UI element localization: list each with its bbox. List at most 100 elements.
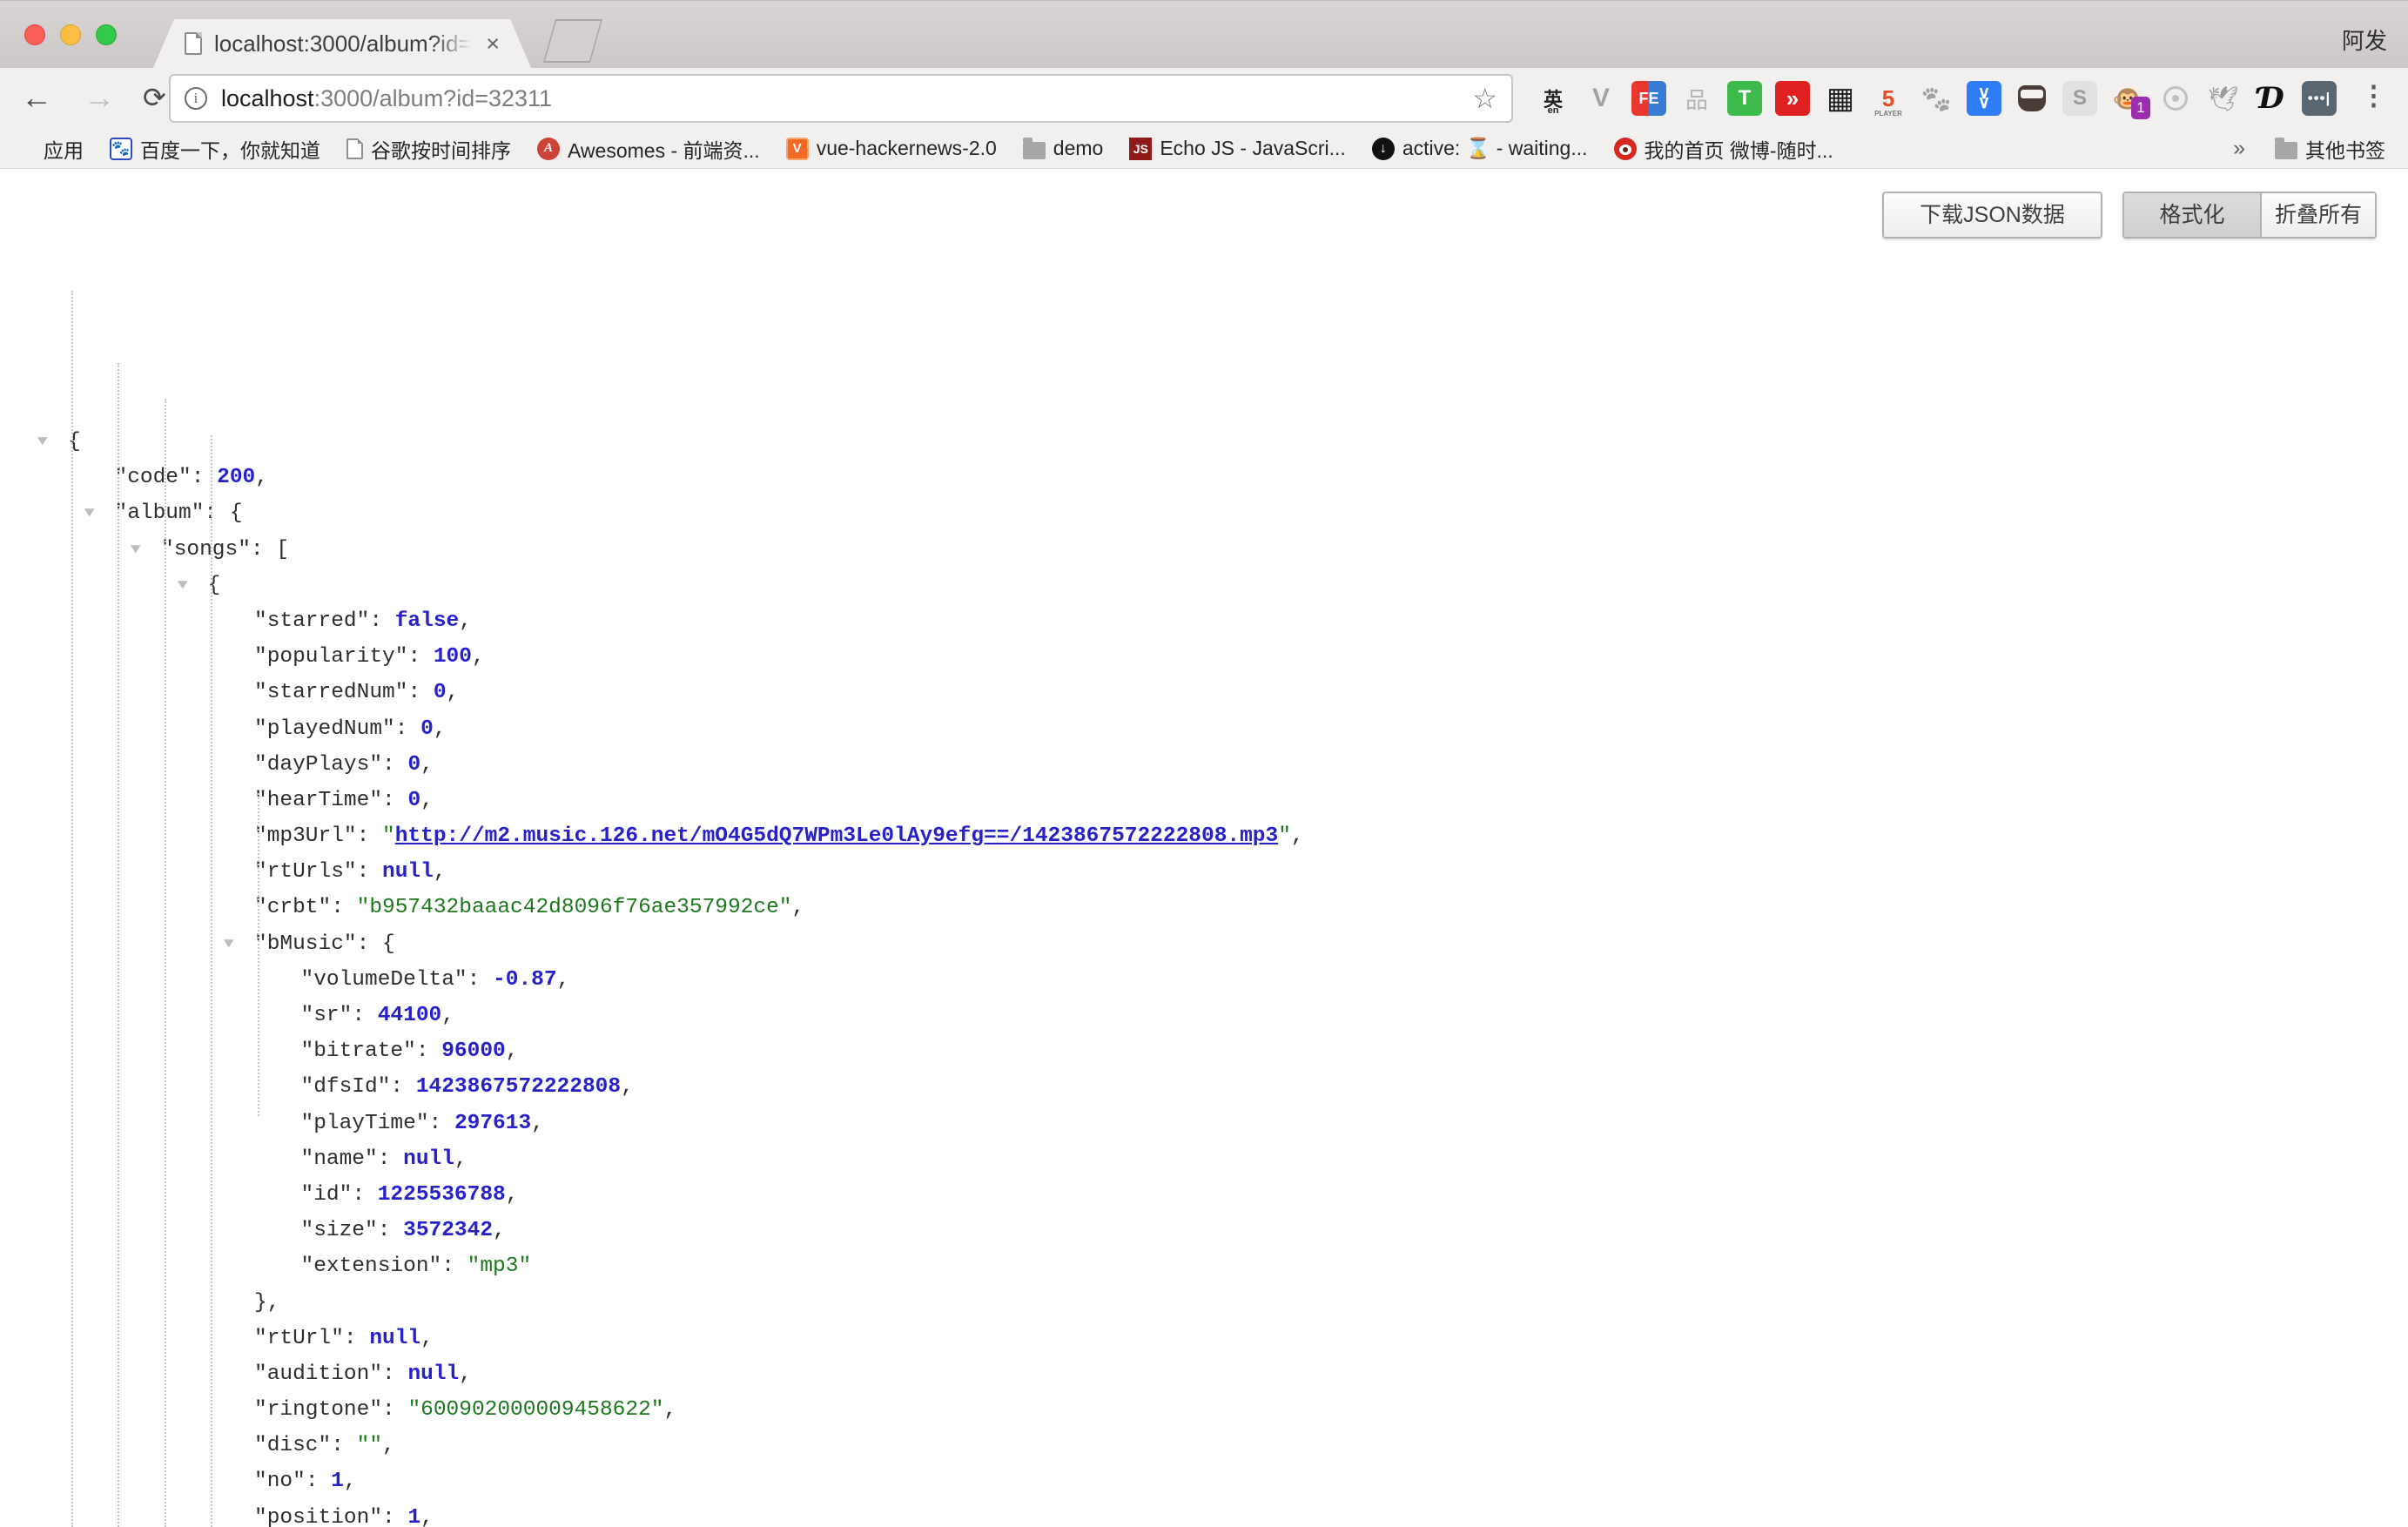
bookmark-label: 应用	[44, 134, 84, 164]
bookmarks-overflow-icon[interactable]: »	[2233, 136, 2245, 161]
json-line: "starredNum": 0,	[0, 675, 2408, 710]
bookmark-google-sort[interactable]: 谷歌按时间排序	[346, 134, 511, 164]
json-line: "rtUrls": null,	[0, 854, 2408, 890]
tampermonkey-extension-icon[interactable]: T	[1727, 81, 1762, 116]
json-line: "disc": "",	[0, 1428, 2408, 1463]
bookmark-echo-js[interactable]: JSEcho JS - JavaScri...	[1129, 137, 1345, 160]
json-line: "starred": false,	[0, 603, 2408, 639]
collapse-triangle-icon[interactable]: ▼	[177, 568, 187, 603]
bookmark-label: demo	[1053, 137, 1104, 160]
close-window-button[interactable]	[24, 24, 45, 45]
json-line: "code": 200,	[0, 460, 2408, 495]
html5-player-extension-icon[interactable]: 5PLAYER	[1871, 81, 1906, 116]
json-line: "crbt": "b957432baaac42d8096f76ae357992c…	[0, 890, 2408, 925]
baidu-icon: 🐾	[110, 138, 132, 160]
json-line: ▼"album": {	[0, 495, 2408, 531]
json-line: "popularity": 100,	[0, 639, 2408, 675]
weibo-icon	[1614, 138, 1637, 160]
vimium-extension-icon[interactable]: V	[1584, 81, 1618, 116]
tab-close-icon[interactable]: ×	[486, 32, 500, 56]
extension-icons-row: 英en V FE 品T » ▦ 5PLAYER 🐾 ∨∨ S 🐵1 🕊 Ɗ •••|	[1536, 75, 2337, 122]
fe-extension-icon[interactable]: FE	[1631, 81, 1666, 116]
browser-toolbar: ← → ⟳ i localhost:3000/album?id=32311 ☆ …	[0, 68, 2408, 129]
mp3-url-link[interactable]: http://m2.music.126.net/mO4G5dQ7WPm3Le0l…	[395, 824, 1278, 848]
collapse-triangle-icon[interactable]: ▼	[224, 926, 234, 962]
bookmark-label: 谷歌按时间排序	[371, 134, 511, 164]
chrome-menu-icon[interactable]: ⋮	[2360, 80, 2387, 111]
json-line: "id": 1225536788,	[0, 1177, 2408, 1213]
bookmark-label: vue-hackernews-2.0	[817, 137, 997, 160]
address-bar[interactable]: i localhost:3000/album?id=32311 ☆	[169, 74, 1513, 123]
json-line: "hearTime": 0,	[0, 783, 2408, 818]
json-line: "dayPlays": 0,	[0, 747, 2408, 783]
json-line: "dfsId": 1423867572222808,	[0, 1069, 2408, 1105]
page-favicon-icon	[185, 32, 202, 55]
json-line: "extension": "mp3"	[0, 1248, 2408, 1284]
url-text[interactable]: localhost:3000/album?id=32311	[221, 85, 552, 112]
json-line: "rtUrl": null,	[0, 1321, 2408, 1356]
indent-guide-line	[165, 399, 166, 1527]
tab-title: localhost:3000/album?id=323	[214, 30, 472, 57]
new-tab-button[interactable]	[543, 19, 602, 63]
download-json-button[interactable]: 下载JSON数据	[1882, 192, 2102, 239]
json-line: "sr": 44100,	[0, 998, 2408, 1033]
password-dots-extension-icon[interactable]: •••|	[2302, 81, 2337, 116]
zoom-window-button[interactable]	[96, 24, 117, 45]
extension-badge: 1	[2131, 97, 2150, 119]
bookmark-demo[interactable]: demo	[1023, 137, 1104, 160]
json-line: ▼{	[0, 568, 2408, 603]
sitemap-extension-icon[interactable]: 品	[1679, 81, 1714, 116]
bookmark-baidu[interactable]: 🐾 百度一下，你就知道	[110, 134, 320, 164]
format-button[interactable]: 格式化	[2124, 193, 2262, 237]
weibo-eye-extension-icon[interactable]	[2158, 81, 2193, 116]
site-info-icon[interactable]: i	[185, 87, 207, 110]
window-controls	[24, 24, 117, 45]
qr-code-extension-icon[interactable]: ▦	[1823, 81, 1858, 116]
folder-icon	[2275, 142, 2297, 159]
json-line: ▼"songs": [	[0, 532, 2408, 568]
bookmark-label: Echo JS - JavaScri...	[1160, 137, 1345, 160]
json-line: "no": 1,	[0, 1463, 2408, 1499]
collapse-triangle-icon[interactable]: ▼	[131, 532, 141, 568]
json-viewer: ▼{"code": 200,▼"album": {▼"songs": [▼{"s…	[0, 424, 2408, 1527]
d-extension-icon[interactable]: Ɗ	[2254, 81, 2289, 116]
collapse-triangle-icon[interactable]: ▼	[84, 495, 94, 531]
minimize-window-button[interactable]	[60, 24, 81, 45]
fast-forward-extension-icon[interactable]: »	[1775, 81, 1810, 116]
bookmark-active[interactable]: ↓ active: ⌛ - waiting...	[1372, 137, 1588, 160]
mask-extension-icon[interactable]	[2015, 81, 2049, 116]
json-line: "mp3Url": "http://m2.music.126.net/mO4G5…	[0, 818, 2408, 854]
down-icon: ↓	[1372, 138, 1395, 160]
vue-icon: V	[786, 138, 809, 160]
json-line: "name": null,	[0, 1141, 2408, 1177]
awesomes-icon: A	[537, 138, 560, 160]
s-extension-icon[interactable]: S	[2062, 81, 2097, 116]
bookmark-apps[interactable]: 应用	[14, 134, 84, 164]
json-line: "ringtone": "600902000009458622",	[0, 1392, 2408, 1428]
bookmark-label: 百度一下，你就知道	[140, 134, 320, 164]
double-chevron-extension-icon[interactable]: ∨∨	[1967, 81, 2001, 116]
collapse-all-button[interactable]: 折叠所有	[2262, 193, 2375, 237]
collapse-triangle-icon[interactable]: ▼	[37, 424, 48, 460]
page-icon	[346, 138, 363, 159]
hummingbird-extension-icon[interactable]: 🕊	[2206, 81, 2241, 116]
indent-guide-line	[211, 435, 212, 1527]
profile-name[interactable]: 阿发	[2342, 24, 2387, 56]
bookmark-label: active: ⌛ - waiting...	[1402, 137, 1588, 160]
paw-extension-icon[interactable]: 🐾	[1919, 81, 1954, 116]
json-line: "bitrate": 96000,	[0, 1033, 2408, 1069]
reload-button[interactable]: ⟳	[143, 77, 166, 118]
monkey-extension-icon[interactable]: 🐵1	[2110, 81, 2145, 116]
browser-tab[interactable]: localhost:3000/album?id=323 ×	[153, 19, 531, 68]
bookmark-other-folder[interactable]: 其他书签	[2275, 134, 2385, 164]
translate-extension-icon[interactable]: 英en	[1536, 81, 1571, 116]
bookmark-weibo-home[interactable]: 我的首页 微博-随时...	[1614, 134, 1833, 164]
back-button[interactable]: ←	[21, 77, 52, 118]
folder-icon	[1023, 142, 1046, 159]
indent-guide-line	[258, 793, 259, 1116]
json-line: ▼"bMusic": {	[0, 926, 2408, 962]
bookmark-vue-hackernews[interactable]: Vvue-hackernews-2.0	[786, 137, 997, 160]
bookmark-star-icon[interactable]: ☆	[1472, 82, 1497, 115]
tab-bar: localhost:3000/album?id=323 × 阿发	[0, 0, 2408, 68]
bookmark-awesomes[interactable]: AAwesomes - 前端资...	[537, 134, 760, 164]
